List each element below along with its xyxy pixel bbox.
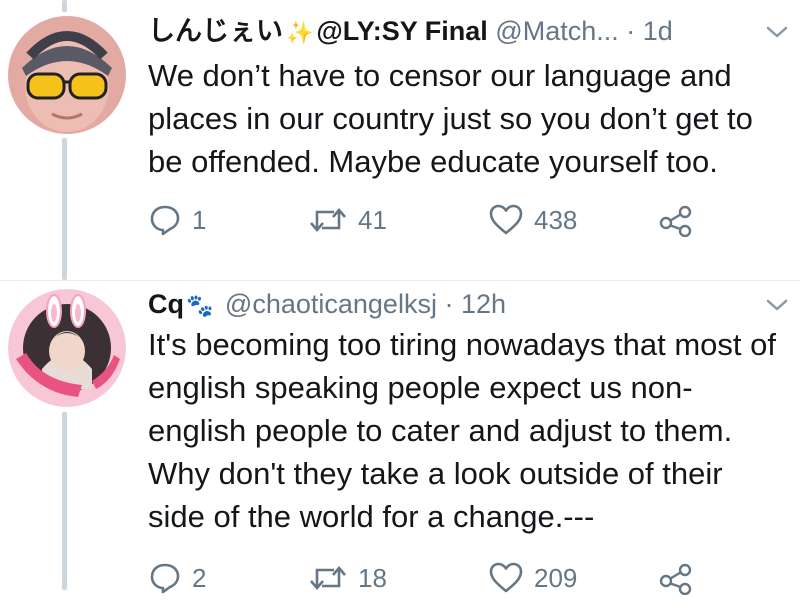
separator-dot: · [626, 16, 636, 46]
avatar[interactable] [8, 16, 126, 134]
avatar[interactable] [8, 289, 126, 407]
tweet-text: It's becoming too tiring nowadays that m… [148, 327, 776, 534]
timestamp[interactable]: 1d [643, 16, 673, 46]
separator-dot: · [444, 289, 454, 319]
reply-count: 1 [192, 204, 207, 235]
share-button[interactable] [658, 556, 704, 600]
heart-icon [489, 204, 523, 235]
tweet-2: Cq🐾 @chaoticangelksj · 12h It's becoming… [0, 281, 800, 595]
share-button[interactable] [658, 198, 704, 242]
retweet-count: 41 [358, 204, 387, 235]
chevron-down-icon[interactable] [764, 22, 790, 42]
tweet-actions: 2 18 209 [148, 556, 708, 600]
timestamp[interactable]: 12h [461, 289, 506, 319]
tweet-header: Cq🐾 @chaoticangelksj · 12h [148, 287, 506, 323]
reply-count: 2 [192, 562, 207, 593]
like-count: 209 [534, 562, 578, 593]
display-name-suffix[interactable]: @LY:SY Final [316, 16, 487, 46]
share-icon [659, 205, 692, 237]
chevron-down-icon[interactable] [764, 295, 790, 315]
user-handle[interactable]: @Match... [495, 16, 618, 46]
tweet-text: We don’t have to censor our language and… [148, 58, 753, 179]
like-button[interactable]: 438 [488, 198, 577, 242]
display-name[interactable]: しんじぇい [148, 16, 283, 46]
retweet-button[interactable]: 41 [308, 198, 387, 242]
display-name[interactable]: Cq [148, 289, 184, 319]
tweet-header: しんじぇい ✨ @LY:SY Final @Match... · 1d [148, 14, 673, 50]
reply-button[interactable]: 1 [148, 198, 206, 242]
reply-icon [150, 205, 180, 236]
retweet-button[interactable]: 18 [308, 556, 387, 600]
retweet-icon [310, 208, 346, 232]
paw-icon: 🐾 [186, 293, 214, 318]
reply-button[interactable]: 2 [148, 556, 206, 600]
like-button[interactable]: 209 [488, 556, 577, 600]
retweet-count: 18 [358, 562, 387, 593]
tweet-actions: 1 41 438 [148, 198, 708, 242]
user-handle[interactable]: @chaoticangelksj [225, 289, 437, 319]
tweet-1: しんじぇい ✨ @LY:SY Final @Match... · 1d We don… [0, 0, 800, 285]
like-count: 438 [534, 204, 578, 235]
sparkle-icon: ✨ [286, 20, 314, 45]
